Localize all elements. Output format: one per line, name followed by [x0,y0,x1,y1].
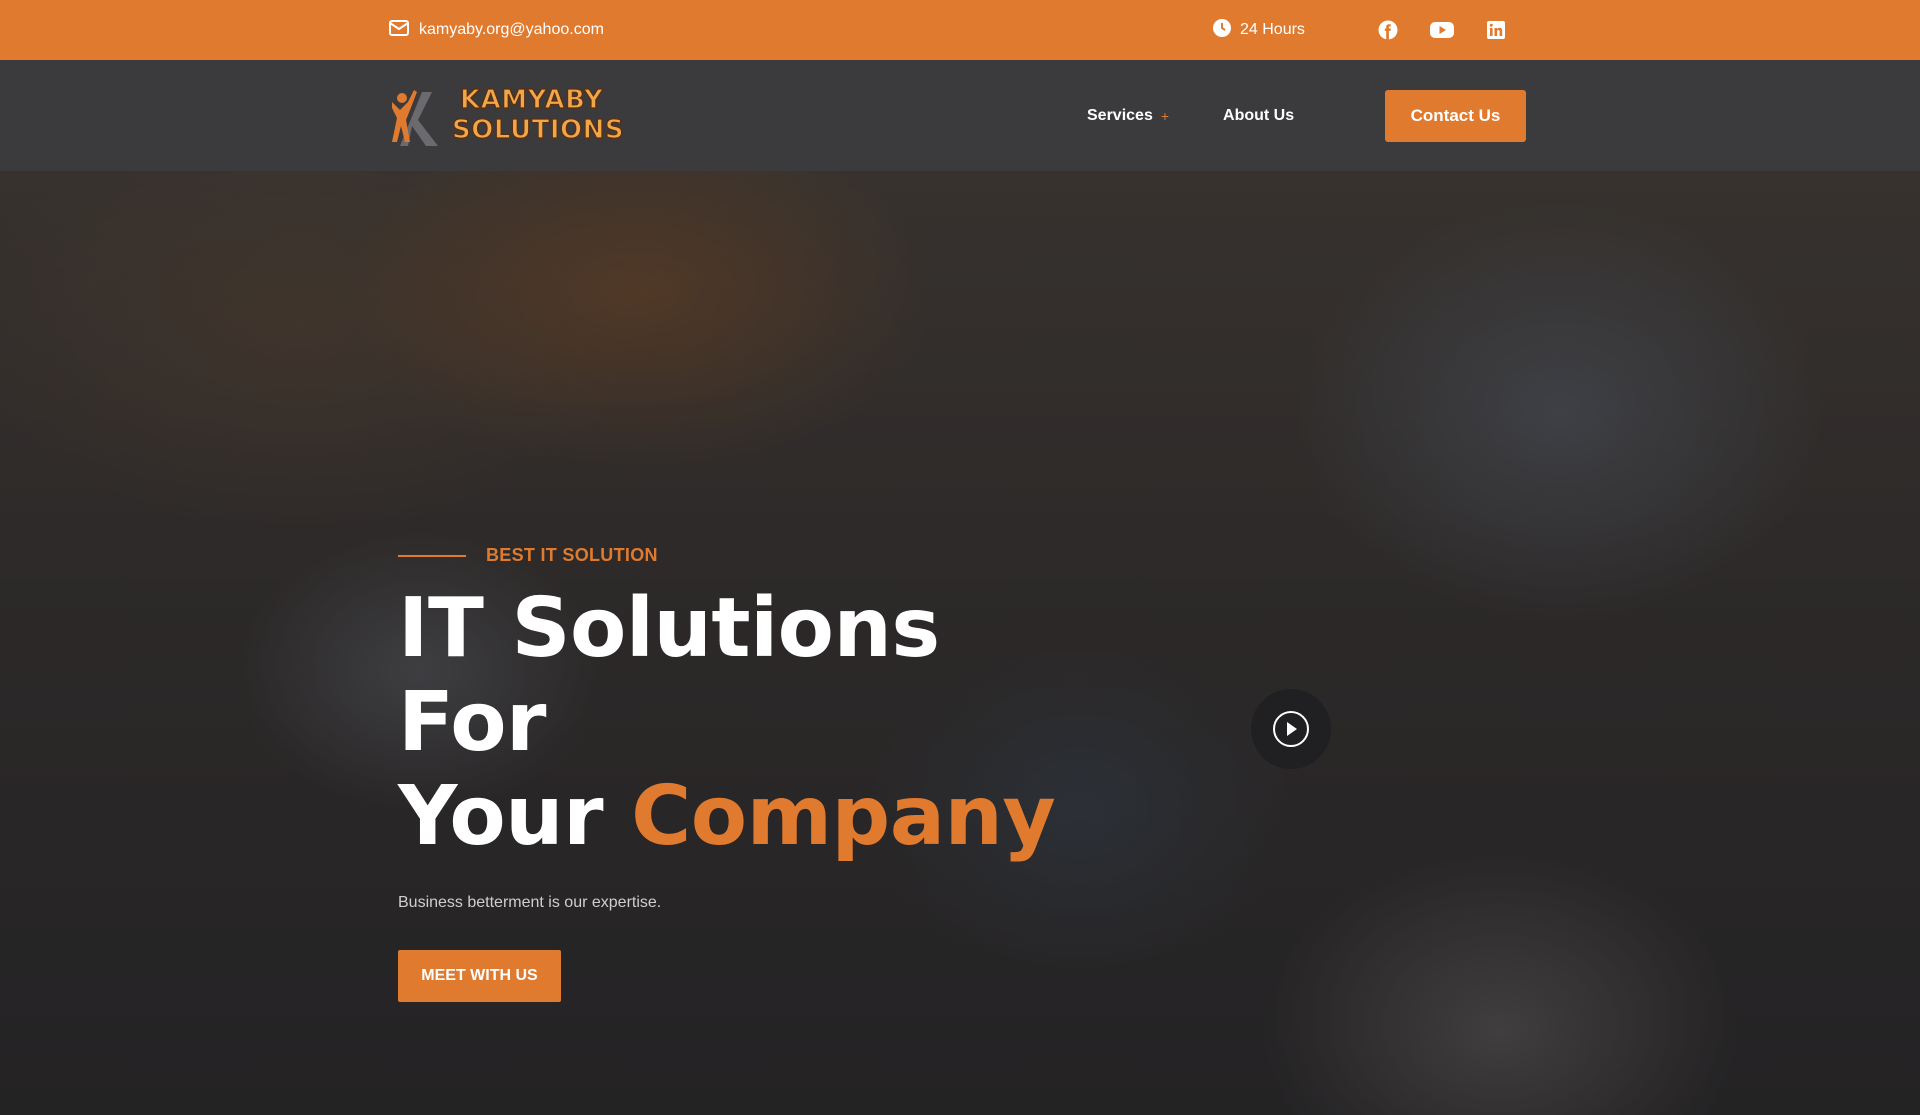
company-logo[interactable]: KAMYABY SOLUTIONS [388,78,624,154]
nav-menu: Services + About Us [1087,60,1294,171]
contact-us-button[interactable]: Contact Us [1385,90,1526,142]
email-text[interactable]: kamyaby.org@yahoo.com [419,21,604,39]
hero-section: BEST IT SOLUTION IT Solutions For Your C… [0,171,1920,1115]
services-expand-icon[interactable]: + [1161,108,1169,124]
main-navbar: KAMYABY SOLUTIONS Services + About Us Co… [0,60,1920,171]
hero-subtext: Business betterment is our expertise. [398,894,662,911]
brand-line-1: KAMYABY [459,85,604,115]
nav-about-label: About Us [1223,106,1295,124]
email-contact[interactable]: kamyaby.org@yahoo.com [389,0,604,60]
eyebrow-divider [398,554,466,557]
mail-icon [389,19,409,41]
logo-mark-icon [392,90,438,146]
hero-content: BEST IT SOLUTION IT Solutions For Your C… [398,545,1098,1002]
social-links [1376,0,1508,60]
clock-icon [1212,18,1232,43]
top-info-bar: kamyaby.org@yahoo.com 24 Hours [0,0,1920,60]
hero-headline: IT Solutions For Your Company [398,582,1098,864]
meet-with-us-button[interactable]: MEET WITH US [398,950,561,1002]
nav-item-about[interactable]: About Us [1223,107,1294,125]
youtube-icon[interactable] [1430,18,1454,42]
headline-line-1: IT Solutions For [398,581,940,770]
facebook-icon[interactable] [1376,18,1400,42]
hours-text: 24 Hours [1240,21,1305,38]
play-icon [1273,711,1309,747]
linkedin-icon[interactable] [1484,18,1508,42]
headline-line-2-prefix: Your [398,769,632,864]
hero-eyebrow: BEST IT SOLUTION [398,545,1098,566]
opening-hours: 24 Hours [1212,0,1305,60]
eyebrow-text: BEST IT SOLUTION [486,545,658,565]
nav-item-services[interactable]: Services + [1087,107,1169,125]
nav-services-label: Services [1087,106,1153,124]
play-video-button[interactable] [1251,689,1331,769]
brand-line-2: SOLUTIONS [451,115,625,145]
headline-accent-word: Company [631,769,1056,864]
